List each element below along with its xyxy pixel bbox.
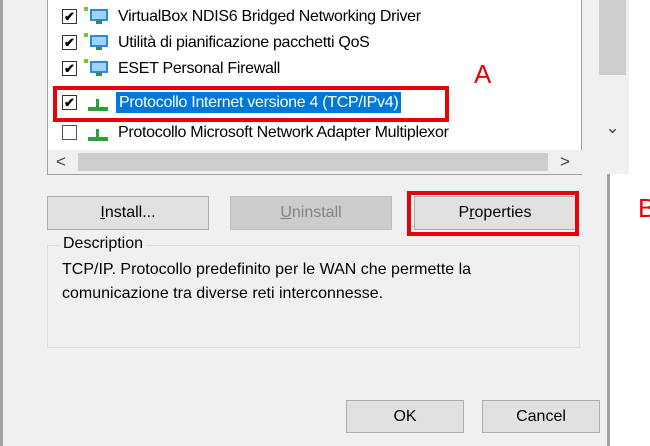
annotation-label-a: A bbox=[474, 59, 492, 89]
uninstall-mnemonic: U bbox=[280, 204, 292, 221]
scroll-left-icon[interactable]: < bbox=[56, 152, 66, 172]
highlight-box-b bbox=[407, 191, 579, 236]
item-label: Utilità di pianificazione pacchetti QoS bbox=[118, 34, 370, 51]
description-line: comunicazione tra diverse reti interconn… bbox=[62, 285, 384, 302]
list-item[interactable]: ✔ Utilità di pianificazione pacchetti Qo… bbox=[48, 30, 553, 56]
vertical-scrollbar[interactable]: ⌄ bbox=[596, 0, 629, 150]
scroll-down-icon[interactable]: ⌄ bbox=[596, 118, 629, 148]
item-label: ESET Personal Firewall bbox=[118, 60, 281, 77]
scroll-right-icon[interactable]: > bbox=[560, 152, 570, 172]
install-button[interactable]: Install... bbox=[47, 196, 209, 230]
horizontal-scrollbar[interactable]: < > bbox=[48, 150, 596, 174]
scrollbar-corner bbox=[596, 150, 629, 174]
description-legend: Description bbox=[60, 235, 147, 253]
vertical-scroll-thumb[interactable] bbox=[599, 0, 626, 75]
uninstall-button[interactable]: Uninstall bbox=[230, 196, 392, 230]
list-item[interactable]: Protocollo Microsoft Network Adapter Mul… bbox=[48, 120, 553, 146]
horizontal-scroll-thumb[interactable] bbox=[78, 153, 548, 171]
ok-button[interactable]: OK bbox=[346, 400, 464, 433]
network-adapter-icon bbox=[84, 59, 108, 76]
description-line: TCP/IP. Protocollo predefinito per le WA… bbox=[62, 261, 472, 278]
install-label: nstall... bbox=[104, 204, 156, 221]
item-checkbox[interactable]: ✔ bbox=[62, 9, 77, 24]
dialog-left-border bbox=[0, 0, 3, 446]
cancel-button[interactable]: Cancel bbox=[482, 400, 600, 433]
item-checkbox[interactable]: ✔ bbox=[62, 61, 77, 76]
annotation-label-b: B bbox=[638, 193, 650, 223]
item-label: VirtualBox NDIS6 Bridged Networking Driv… bbox=[118, 8, 421, 25]
uninstall-label: ninstall bbox=[291, 204, 342, 221]
highlight-box-a bbox=[53, 86, 449, 122]
network-adapter-icon bbox=[84, 33, 108, 50]
item-checkbox[interactable] bbox=[62, 125, 77, 140]
protocol-icon bbox=[88, 129, 108, 141]
item-checkbox[interactable]: ✔ bbox=[62, 35, 77, 50]
item-label: Protocollo Microsoft Network Adapter Mul… bbox=[118, 124, 449, 141]
description-text: TCP/IP. Protocollo predefinito per le WA… bbox=[62, 258, 567, 306]
network-adapter-icon bbox=[84, 7, 108, 24]
list-item[interactable]: ✔ VirtualBox NDIS6 Bridged Networking Dr… bbox=[48, 4, 553, 30]
